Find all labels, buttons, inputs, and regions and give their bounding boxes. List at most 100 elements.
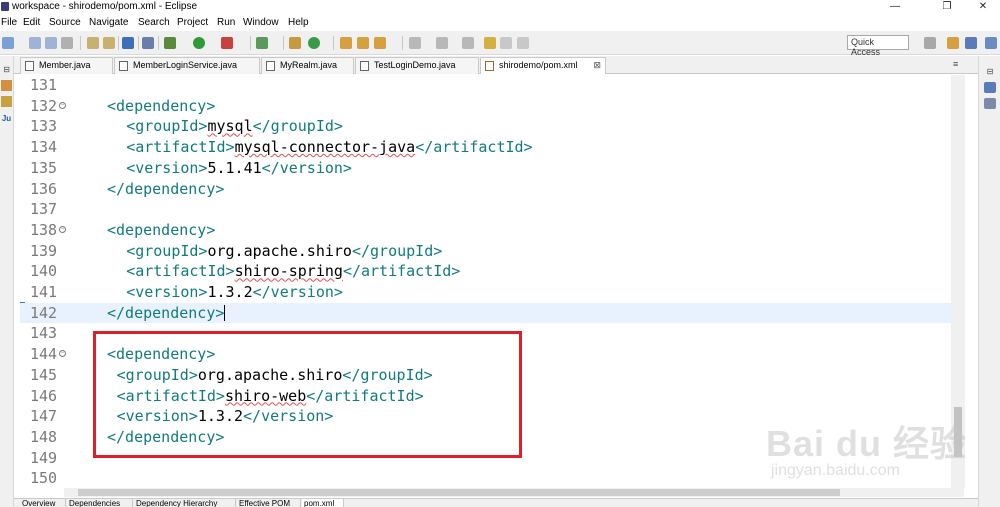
- menu-search[interactable]: Search: [138, 17, 170, 28]
- editor-line[interactable]: 135 <version>5.1.41</version>: [20, 158, 964, 179]
- forward-icon[interactable]: [517, 37, 529, 49]
- open-task-icon[interactable]: [357, 37, 369, 49]
- xml-value: 5.1.41: [207, 158, 262, 177]
- restore-icon[interactable]: ⊟: [1, 64, 12, 75]
- run-icon[interactable]: [193, 37, 205, 49]
- title-bar: workspace - shirodemo/pom.xml - Eclipse …: [0, 0, 1000, 14]
- text-cursor: [224, 305, 226, 322]
- menu-help[interactable]: Help: [288, 17, 309, 28]
- xml-close-tag: </artifactId>: [342, 262, 461, 281]
- editor-line[interactable]: 136 </dependency>: [20, 179, 964, 200]
- editor-line[interactable]: 138− <dependency>: [20, 220, 964, 241]
- last-edit-icon[interactable]: [484, 37, 496, 49]
- skip-all-icon[interactable]: [142, 37, 154, 49]
- java-file-icon: [360, 61, 369, 71]
- new-class-icon[interactable]: [308, 37, 320, 49]
- editor-tab-bar: Member.java MemberLoginService.java MyRe…: [14, 56, 978, 74]
- editor-line[interactable]: 132− <dependency>: [20, 96, 964, 117]
- menu-file[interactable]: File: [1, 17, 17, 28]
- toggle-mark-occurrences-icon[interactable]: [409, 37, 421, 49]
- outline-icon[interactable]: [984, 82, 996, 93]
- editor-line[interactable]: 139 <groupId>org.apache.shiro</groupId>: [20, 241, 964, 262]
- java-file-icon: [25, 61, 34, 71]
- menu-run[interactable]: Run: [217, 17, 235, 28]
- menu-source[interactable]: Source: [49, 17, 81, 28]
- minimize-button[interactable]: —: [880, 0, 910, 14]
- xml-close-tag: </version>: [252, 283, 343, 301]
- save-all-icon[interactable]: [45, 37, 57, 49]
- main-toolbar: Quick Access: [0, 31, 1000, 57]
- close-tab-icon[interactable]: ⊠: [593, 58, 601, 73]
- tab-pom-xml-source[interactable]: pom.xml: [302, 499, 344, 507]
- code-text: <groupId>mysql</groupId>: [126, 117, 343, 135]
- skip-breakpoints-icon[interactable]: [87, 37, 99, 49]
- new-package-icon[interactable]: [289, 37, 301, 49]
- tab-myrealm-java[interactable]: MyRealm.java: [261, 57, 354, 74]
- prev-annotation-icon[interactable]: [462, 37, 474, 49]
- tab-label: shirodemo/pom.xml: [499, 60, 578, 70]
- code-text: <version>5.1.41</version>: [126, 159, 352, 177]
- debug-icon[interactable]: [164, 37, 176, 49]
- xml-tag: <dependency>: [107, 220, 216, 239]
- next-annotation-icon[interactable]: [436, 37, 448, 49]
- code-text: </dependency>: [107, 180, 224, 198]
- back-icon[interactable]: [500, 37, 512, 49]
- line-number: 143: [30, 324, 58, 343]
- open-type-icon[interactable]: [340, 37, 352, 49]
- editor-line[interactable]: 142 </dependency>: [20, 302, 964, 324]
- console-icon[interactable]: [122, 37, 134, 49]
- new-java-project-icon[interactable]: [256, 37, 268, 49]
- menu-project[interactable]: Project: [177, 17, 208, 28]
- java-perspective-icon[interactable]: [965, 37, 977, 49]
- maximize-button[interactable]: ❐: [932, 0, 962, 14]
- xml-value: mysql: [207, 117, 253, 136]
- menu-edit[interactable]: Edit: [23, 17, 40, 28]
- xml-tag: </dependency>: [107, 179, 225, 198]
- external-tools-icon[interactable]: [103, 37, 115, 49]
- code-text: <groupId>org.apache.shiro</groupId>: [126, 242, 442, 260]
- close-button[interactable]: ✕: [968, 0, 998, 14]
- line-number: 131: [30, 76, 58, 94]
- search-icon[interactable]: [374, 37, 386, 49]
- line-number: 150: [30, 469, 58, 488]
- tab-dependency-hierarchy[interactable]: Dependency Hierarchy: [134, 499, 236, 507]
- fold-toggle-icon[interactable]: −: [59, 225, 66, 233]
- xml-open-tag: <groupId>: [126, 117, 208, 136]
- type-hierarchy-icon[interactable]: [1, 96, 12, 107]
- xml-open-tag: <groupId>: [126, 241, 208, 260]
- tab-dependencies[interactable]: Dependencies: [67, 499, 133, 507]
- tab-list-icon[interactable]: ≡: [953, 59, 958, 69]
- editor-line[interactable]: 131: [20, 75, 964, 96]
- xml-open-tag: <artifactId>: [126, 138, 235, 157]
- junit-icon[interactable]: Ju: [1, 113, 12, 124]
- editor-line[interactable]: 140 <artifactId>shiro-spring</artifactId>: [20, 261, 964, 282]
- tab-pom-xml[interactable]: shirodemo/pom.xml ⊠: [480, 57, 606, 74]
- print-icon[interactable]: [61, 37, 73, 49]
- menu-navigate[interactable]: Navigate: [89, 17, 128, 28]
- java-ee-perspective-icon[interactable]: [947, 37, 959, 49]
- editor-line[interactable]: 141 <version>1.3.2</version>: [20, 282, 964, 303]
- horizontal-scroll-thumb[interactable]: [78, 489, 840, 496]
- tab-test-login-demo-java[interactable]: TestLoginDemo.java: [355, 57, 479, 74]
- xml-open-tag: <version>: [126, 283, 208, 301]
- menu-window[interactable]: Window: [243, 17, 279, 28]
- debug-perspective-icon[interactable]: [985, 37, 997, 49]
- save-icon[interactable]: [29, 37, 41, 49]
- watermark-logo: Bai du 经验: [766, 423, 968, 464]
- package-explorer-icon[interactable]: [1, 80, 12, 91]
- restore-right-icon[interactable]: ⊟: [984, 66, 996, 77]
- coverage-icon[interactable]: [221, 37, 233, 49]
- open-perspective-icon[interactable]: [924, 37, 936, 49]
- editor-line[interactable]: 137: [20, 199, 964, 220]
- tab-overview[interactable]: Overview: [20, 499, 66, 507]
- line-number: 147: [30, 407, 58, 426]
- editor-line[interactable]: 133 <groupId>mysql</groupId>: [20, 116, 964, 137]
- task-list-icon[interactable]: [984, 98, 996, 109]
- tab-effective-pom[interactable]: Effective POM: [237, 499, 301, 507]
- tab-member-java[interactable]: Member.java: [20, 57, 113, 74]
- quick-access-input[interactable]: Quick Access: [847, 35, 909, 57]
- editor-line[interactable]: 134 <artifactId>mysql-connector-java</art…: [20, 137, 964, 158]
- tab-member-login-service-java[interactable]: MemberLoginService.java: [114, 57, 260, 74]
- new-icon[interactable]: [2, 37, 14, 49]
- fold-toggle-icon[interactable]: −: [59, 101, 66, 109]
